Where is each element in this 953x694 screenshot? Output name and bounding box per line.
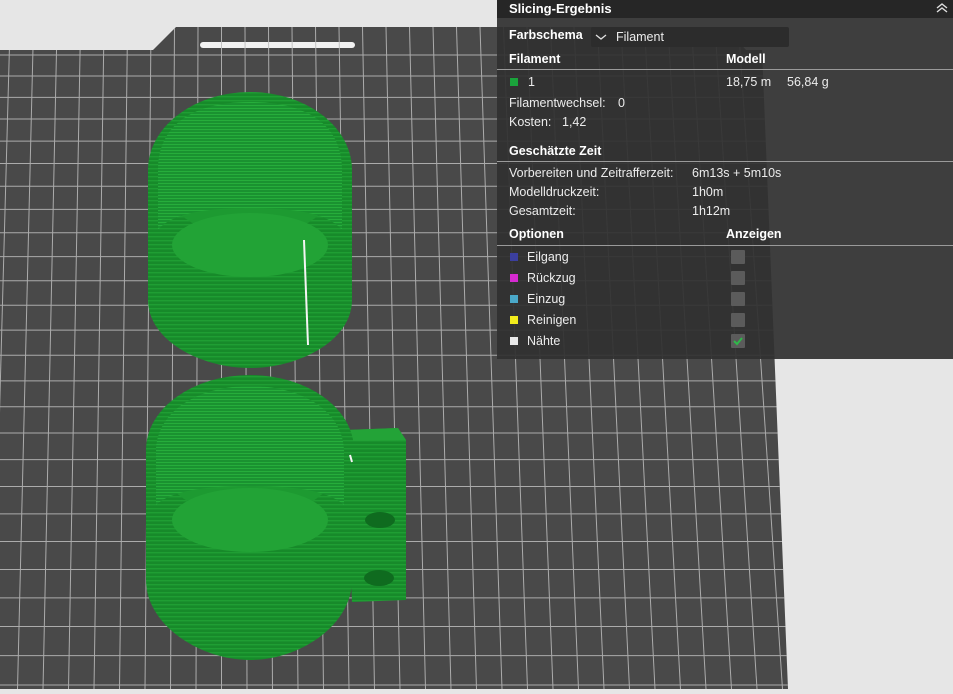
show-header: Anzeigen	[726, 227, 782, 241]
color-scheme-value: Filament	[616, 30, 664, 44]
seams-color-swatch	[510, 337, 518, 345]
retract-checkbox[interactable]	[731, 271, 745, 285]
model-print-time-value: 1h0m	[692, 185, 724, 199]
divider	[497, 69, 953, 70]
filament-changes-value: 0	[618, 96, 625, 110]
panel-header: Slicing-Ergebnis	[497, 0, 953, 18]
options-header: Optionen	[509, 227, 564, 241]
double-chevron-up-icon[interactable]	[935, 0, 949, 16]
filament-column-header: Filament	[509, 52, 561, 66]
estimated-time-header: Geschätzte Zeit	[509, 144, 602, 158]
unretract-checkbox[interactable]	[731, 292, 745, 306]
panel-title: Slicing-Ergebnis	[509, 1, 612, 16]
prep-time-label: Vorbereiten und Zeitrafferzeit:	[509, 166, 674, 180]
filament-changes-label: Filamentwechsel:	[509, 96, 606, 110]
plate-handle-slot	[200, 42, 355, 48]
prep-time-value: 6m13s + 5m10s	[692, 166, 782, 180]
option-label-wipe: Reinigen	[527, 313, 577, 327]
filament-length: 18,75 m	[726, 75, 772, 89]
unretract-color-swatch	[510, 295, 518, 303]
seams-checkbox[interactable]	[731, 334, 745, 348]
model-print-time-label: Modelldruckzeit:	[509, 185, 600, 199]
checkmark-icon	[733, 337, 743, 346]
wipe-checkbox[interactable]	[731, 313, 745, 327]
color-scheme-label: Farbschema	[509, 28, 583, 42]
wipe-color-swatch	[510, 316, 518, 324]
option-label-retract: Rückzug	[527, 271, 576, 285]
cost-label: Kosten:	[509, 115, 552, 129]
option-label-unretract: Einzug	[527, 292, 566, 306]
travel-checkbox[interactable]	[731, 250, 745, 264]
retract-color-swatch	[510, 274, 518, 282]
divider	[497, 245, 953, 246]
filament-id: 1	[528, 75, 535, 89]
chevron-down-icon	[595, 34, 607, 40]
filament-weight: 56,84 g	[787, 75, 829, 89]
model-cup-1	[148, 92, 352, 368]
color-scheme-dropdown[interactable]: Filament	[591, 27, 789, 47]
model-column-header: Modell	[726, 52, 766, 66]
cost-value: 1,42	[562, 115, 587, 129]
option-label-seams: Nähte	[527, 334, 561, 348]
total-time-value: 1h12m	[692, 204, 731, 218]
option-label-travel: Eilgang	[527, 250, 569, 264]
divider	[497, 161, 953, 162]
slicing-result-panel: Slicing-Ergebnis Farbschema Filament Fil…	[497, 0, 953, 359]
travel-color-swatch	[510, 253, 518, 261]
filament-color-swatch	[510, 78, 518, 86]
total-time-label: Gesamtzeit:	[509, 204, 576, 218]
